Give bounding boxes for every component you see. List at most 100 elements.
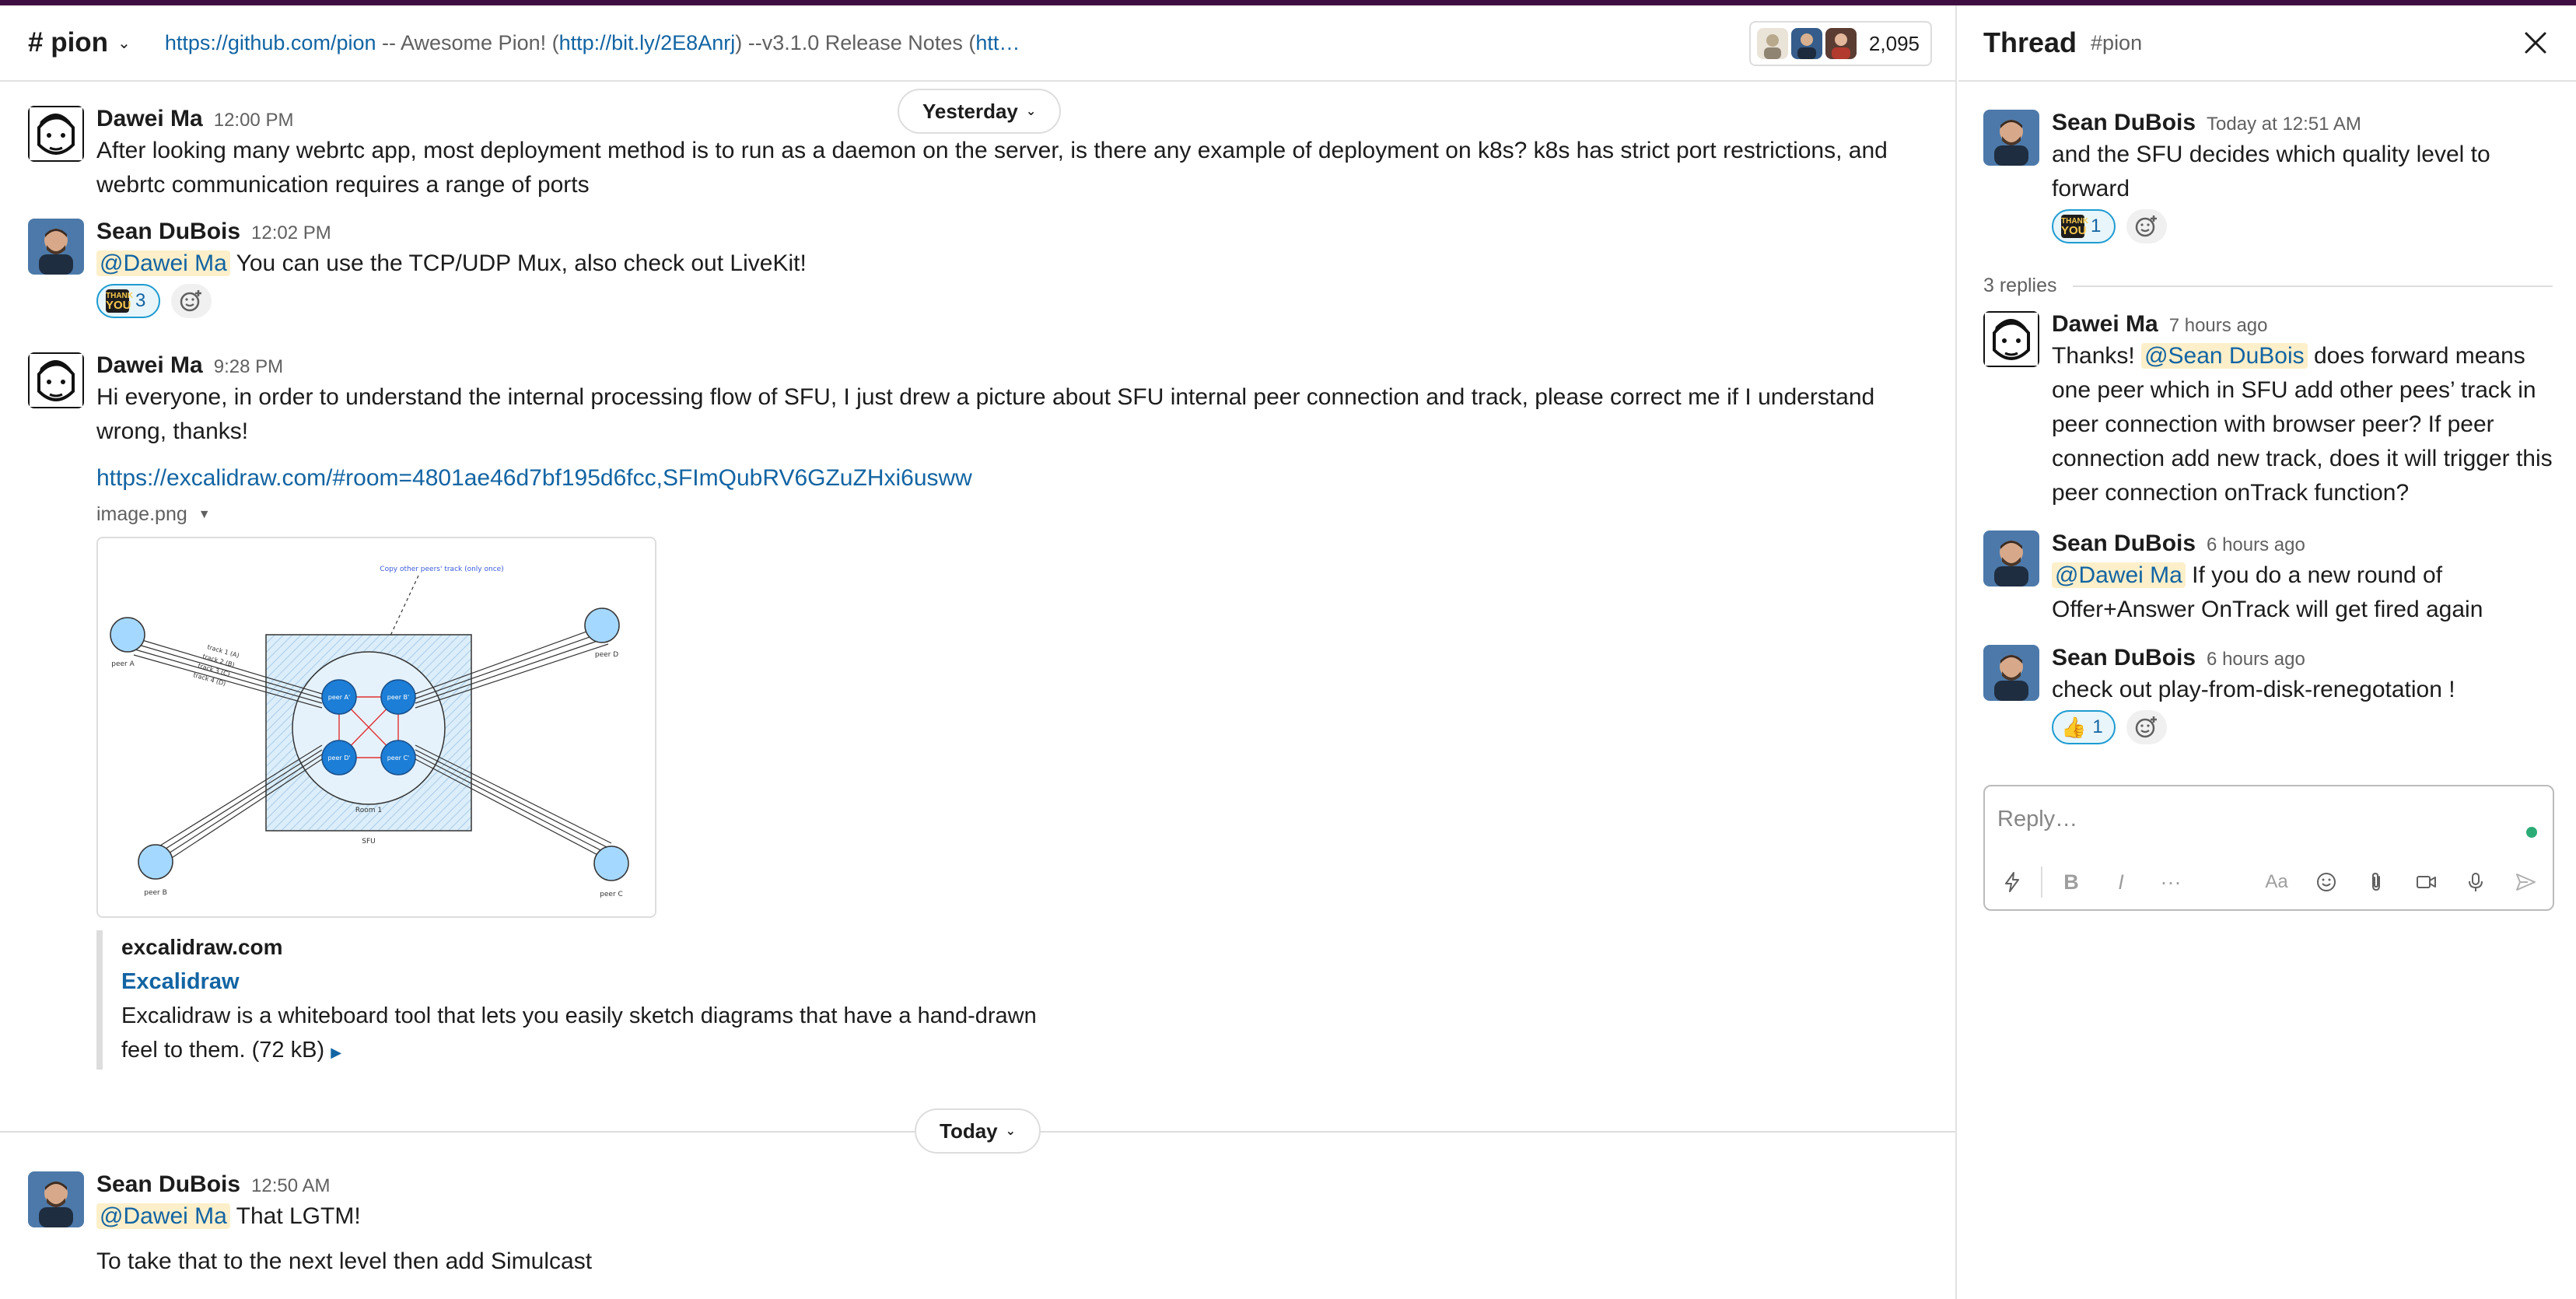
user-mention[interactable]: @Sean DuBois — [2141, 343, 2308, 369]
message-body: Sean DuBois 6 hours ago @Dawei Ma If you… — [2052, 530, 2557, 627]
reaction-bar: THANK YOU 3 — [96, 284, 1885, 318]
reply-composer[interactable]: Reply… B I ··· Aa — [1983, 785, 2554, 911]
reply-count: 3 replies — [1983, 275, 2057, 296]
link-unfurl: excalidraw.com Excalidraw Excalidraw is … — [96, 930, 1038, 1070]
message-author[interactable]: Sean DuBois — [2052, 530, 2196, 557]
topic-link-github[interactable]: https://github.com/pion — [165, 31, 376, 54]
reaction-count: 1 — [2091, 215, 2102, 236]
avatar[interactable] — [28, 352, 84, 408]
member-count-button[interactable]: 2,095 — [1748, 21, 1932, 66]
unfurl-title-link[interactable]: Excalidraw — [121, 965, 1038, 999]
file-toggle[interactable]: image.png ▼ — [96, 503, 1916, 526]
shortcuts-button[interactable] — [1993, 863, 2032, 902]
reaction-count: 1 — [2092, 716, 2103, 737]
message-body: Sean DuBois Today at 12:51 AM and the SF… — [2052, 110, 2557, 243]
italic-icon: I — [2118, 870, 2124, 894]
add-reaction-button[interactable] — [2126, 710, 2167, 744]
attach-button[interactable] — [2357, 863, 2396, 902]
member-avatar — [1790, 28, 1822, 59]
video-button[interactable] — [2406, 863, 2445, 902]
channel-name-button[interactable]: # pion ⌄ — [28, 27, 131, 58]
bold-button[interactable]: B — [2052, 863, 2091, 902]
avatar[interactable] — [1983, 530, 2039, 586]
user-mention[interactable]: @Dawei Ma — [2052, 562, 2186, 588]
image-attachment[interactable]: Copy other peers' track (only once) Room… — [96, 537, 656, 918]
thread-channel-link[interactable]: #pion — [2091, 31, 2142, 55]
message-body: Sean DuBois 12:50 AM @Dawei Ma That LGTM… — [96, 1171, 1885, 1279]
divider-line — [2072, 285, 2553, 287]
user-mention[interactable]: @Dawei Ma — [96, 250, 230, 276]
message-timestamp[interactable]: Today at 12:51 AM — [2207, 114, 2361, 135]
expand-arrow-icon[interactable]: ▶ — [331, 1045, 341, 1060]
thread-title: Thread — [1983, 26, 2077, 58]
workspace-accent-bar — [0, 0, 2576, 5]
send-icon — [2516, 874, 2536, 891]
emoji-button[interactable] — [2307, 863, 2346, 902]
message-author[interactable]: Dawei Ma — [2052, 311, 2158, 338]
text-format-icon: Aa — [2265, 871, 2288, 892]
topic-link-bitly[interactable]: http://bit.ly/2E8Anrj — [559, 31, 736, 54]
avatar[interactable] — [28, 106, 84, 162]
message-timestamp[interactable]: 12:02 PM — [251, 222, 331, 244]
topic-link-release-notes[interactable]: htt… — [975, 31, 1020, 54]
italic-button[interactable]: I — [2102, 863, 2140, 902]
message-list[interactable]: Yesterday ⌄ Dawei Ma 12:00 PM After look… — [0, 83, 1955, 1299]
message-text: @Dawei Ma You can use the TCP/UDP Mux, a… — [96, 247, 1885, 281]
thumbs-up-emoji: 👍 — [2061, 715, 2087, 739]
thank-you-emoji: THANK YOU — [106, 289, 133, 313]
diagram-peer-a-label: peer A — [111, 660, 135, 668]
topic-text-2: ) --v3.1.0 Release Notes ( — [735, 30, 976, 54]
message-text-content: That LGTM! — [229, 1203, 361, 1229]
formatting-toggle-button[interactable]: Aa — [2257, 863, 2296, 902]
message-timestamp[interactable]: 12:00 PM — [214, 110, 294, 131]
reply-input[interactable]: Reply… — [1997, 807, 2077, 832]
message-text: Hi everyone, in order to understand the … — [96, 384, 1875, 444]
send-button[interactable] — [2506, 863, 2545, 902]
diagram-sfu-label: SFU — [362, 838, 375, 846]
close-thread-button[interactable] — [2522, 29, 2550, 57]
video-camera-icon — [2417, 876, 2436, 888]
avatar[interactable] — [1983, 311, 2039, 367]
date-divider-yesterday[interactable]: Yesterday ⌄ — [898, 89, 1062, 134]
add-reaction-button[interactable] — [171, 284, 212, 318]
add-reaction-icon — [2135, 215, 2157, 237]
avatar[interactable] — [28, 219, 84, 275]
message-timestamp[interactable]: 6 hours ago — [2207, 534, 2305, 556]
date-divider-today[interactable]: Today ⌄ — [915, 1108, 1041, 1154]
unfurl-description: Excalidraw is a whiteboard tool that let… — [121, 999, 1038, 1070]
chevron-down-icon: ⌄ — [1005, 1125, 1017, 1138]
excalidraw-room-link[interactable]: https://excalidraw.com/#room=4801ae46d7b… — [96, 465, 972, 491]
message-author[interactable]: Sean DuBois — [96, 1171, 240, 1198]
message-text: @Dawei Ma If you do a new round of Offer… — [2052, 558, 2557, 627]
reaction-thankyou[interactable]: THANK YOU 1 — [2052, 209, 2116, 243]
message-author[interactable]: Dawei Ma — [96, 352, 203, 379]
message-text: and the SFU decides which quality level … — [2052, 142, 2490, 201]
channel-topic: https://github.com/pion -- Awesome Pion!… — [165, 31, 1409, 55]
file-name: image.png — [96, 503, 187, 525]
message-timestamp[interactable]: 6 hours ago — [2207, 649, 2305, 671]
member-count: 2,095 — [1868, 31, 1920, 55]
diagram-room-label: Room 1 — [355, 807, 382, 814]
avatar[interactable] — [1983, 110, 2039, 166]
diagram-peer-b-label: peer B — [144, 889, 167, 897]
channel-header: # pion ⌄ https://github.com/pion -- Awes… — [0, 5, 1955, 82]
message-timestamp[interactable]: 12:50 AM — [251, 1175, 330, 1197]
avatar[interactable] — [1983, 645, 2039, 701]
reaction-thankyou[interactable]: THANK YOU 3 — [96, 284, 160, 318]
message-author[interactable]: Sean DuBois — [96, 219, 240, 245]
presence-dot — [2526, 827, 2537, 838]
chevron-down-icon: ⌄ — [1025, 105, 1037, 118]
reaction-thumbsup[interactable]: 👍 1 — [2052, 710, 2116, 744]
message-author[interactable]: Sean DuBois — [2052, 110, 2196, 136]
message-timestamp[interactable]: 7 hours ago — [2169, 315, 2268, 337]
sfu-diagram-image: Copy other peers' track (only once) Room… — [110, 565, 629, 898]
message-author[interactable]: Sean DuBois — [2052, 645, 2196, 671]
audio-button[interactable] — [2456, 863, 2495, 902]
more-formatting-button[interactable]: ··· — [2151, 863, 2190, 902]
add-reaction-button[interactable] — [2126, 209, 2167, 243]
message-timestamp[interactable]: 9:28 PM — [214, 356, 283, 378]
message-author[interactable]: Dawei Ma — [96, 106, 203, 132]
user-mention[interactable]: @Dawei Ma — [96, 1203, 230, 1229]
avatar[interactable] — [28, 1171, 84, 1227]
date-label: Today — [940, 1119, 998, 1143]
